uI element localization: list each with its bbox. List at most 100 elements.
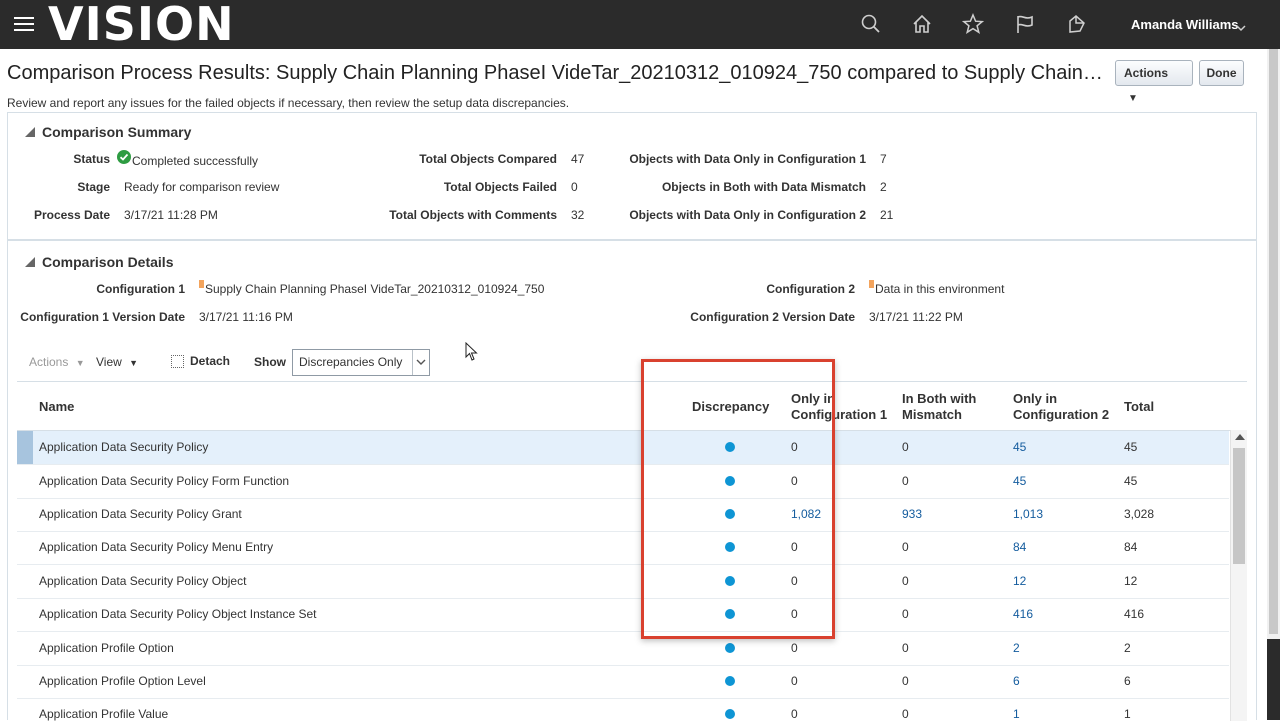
both-mismatch-cell: 0 [902,440,909,454]
stage-value: Ready for comparison review [124,180,280,194]
only-config1-cell: 0 [791,674,798,688]
total-failed-value: 0 [571,180,578,194]
discrepancy-indicator-icon [725,509,735,519]
table-row[interactable]: Application Data Security Policy Grant 1… [17,498,1229,532]
row-name: Application Profile Option [39,641,174,655]
table-actions-menu[interactable]: Actions ▼ [29,355,85,369]
column-header-only-config1[interactable]: Only in Configuration 1 [791,391,887,423]
column-header-total[interactable]: Total [1124,399,1154,415]
view-menu[interactable]: View ▼ [96,355,138,369]
only-config2-link[interactable]: 6 [1013,674,1020,688]
only-config2-link[interactable]: 12 [1013,574,1026,588]
scroll-up-icon[interactable] [1235,434,1245,440]
table-row[interactable]: Application Data Security Policy Object … [17,565,1229,599]
show-filter-select[interactable]: Discrepancies Only [292,349,430,376]
table-row[interactable]: Application Profile Option Level 0 0 6 6 [17,665,1229,699]
column-header-only-config2[interactable]: Only in Configuration 2 [1013,391,1109,423]
notifications-icon[interactable] [1066,13,1088,35]
collapse-icon[interactable] [25,127,35,137]
both-mismatch-link[interactable]: 933 [902,507,922,521]
only-config1-cell: 0 [791,574,798,588]
row-name: Application Data Security Policy Grant [39,507,242,521]
column-header-name[interactable]: Name [39,399,74,415]
total-comments-value: 32 [571,208,585,222]
comparison-details-header[interactable]: Comparison Details [42,254,173,270]
table-row[interactable]: Application Data Security Policy 0 0 45 … [17,431,1229,465]
table-row[interactable]: Application Data Security Policy Form Fu… [17,465,1229,499]
home-icon[interactable] [911,13,933,35]
star-icon[interactable] [961,13,985,35]
both-mismatch-cell: 0 [902,707,909,721]
process-date-value: 3/17/21 11:28 PM [124,208,218,222]
flag-marker-icon [869,280,874,288]
chevron-down-icon[interactable] [1236,20,1246,32]
triangle-down-icon: ▼ [129,358,139,368]
triangle-down-icon: ▼ [1128,93,1138,104]
only-config2-label: Objects with Data Only in Configuration … [629,208,866,222]
only-config2-link[interactable]: 416 [1013,607,1033,621]
both-mismatch-cell: 0 [902,674,909,688]
table-header: Name Discrepancy Only in Configuration 1 … [17,382,1247,431]
only-config2-link[interactable]: 45 [1013,440,1026,454]
row-name: Application Data Security Policy Object … [39,607,317,621]
chevron-down-icon[interactable] [412,350,429,375]
app-logo[interactable]: VISION [48,0,235,50]
search-icon[interactable] [860,13,882,35]
total-cell: 1 [1124,707,1131,721]
total-cell: 3,028 [1124,507,1155,521]
discrepancy-indicator-icon [725,576,735,586]
actions-menu-button[interactable]: Actions ▼ [1115,60,1193,104]
table-row[interactable]: Application Profile Value 0 0 1 1 [17,698,1229,721]
discrepancy-indicator-icon [725,476,735,486]
total-cell: 2 [1124,641,1131,655]
table-row[interactable]: Application Data Security Policy Menu En… [17,531,1229,565]
comparison-summary-header[interactable]: Comparison Summary [42,124,191,140]
only-config1-cell: 0 [791,641,798,655]
both-mismatch-cell: 0 [902,607,909,621]
column-header-discrepancy[interactable]: Discrepancy [692,399,769,415]
discrepancy-indicator-icon [725,442,735,452]
user-menu[interactable]: Amanda Williams [1131,17,1239,32]
total-cell: 416 [1124,607,1145,621]
total-cell: 84 [1124,540,1138,554]
config1-version-value: 3/17/21 11:16 PM [199,310,293,324]
success-icon [117,150,131,167]
total-cell: 6 [1124,674,1131,688]
detach-icon [171,355,184,369]
discrepancy-indicator-icon [725,609,735,619]
done-button[interactable]: Done [1199,60,1244,86]
page-instructions: Review and report any issues for the fai… [7,96,570,110]
column-header-both-mismatch[interactable]: In Both with Mismatch [902,391,976,423]
row-name: Application Data Security Policy Menu En… [39,540,274,554]
table-row[interactable]: Application Data Security Policy Object … [17,598,1229,632]
collapse-icon[interactable] [25,257,35,267]
both-mismatch-label: Objects in Both with Data Mismatch [661,180,866,194]
table-scrollbar[interactable] [1230,430,1247,721]
config2-version-label: Configuration 2 Version Date [690,310,855,324]
page-scrollbar[interactable] [1267,49,1280,639]
status-label: Status [73,152,110,166]
menu-icon[interactable] [14,17,34,31]
only-config1-label: Objects with Data Only in Configuration … [629,152,866,166]
only-config2-link[interactable]: 84 [1013,540,1026,554]
status-value: Completed successfully [132,154,259,168]
both-mismatch-cell: 0 [902,540,909,554]
only-config2-link[interactable]: 1,013 [1013,507,1043,521]
both-mismatch-cell: 0 [902,641,909,655]
flag-icon[interactable] [1014,13,1036,35]
discrepancy-indicator-icon [725,643,735,653]
table-row[interactable]: Application Profile Option 0 0 2 2 [17,632,1229,666]
only-config1-link[interactable]: 1,082 [791,507,821,521]
row-name: Application Profile Option Level [39,674,206,688]
config1-value: Supply Chain Planning PhaseI VideTar_202… [199,280,544,296]
config2-version-value: 3/17/21 11:22 PM [869,310,963,324]
only-config2-link[interactable]: 2 [1013,641,1020,655]
only-config2-link[interactable]: 45 [1013,474,1026,488]
row-name: Application Profile Value [39,707,169,721]
only-config1-cell: 0 [791,440,798,454]
only-config2-link[interactable]: 1 [1013,707,1020,721]
total-cell: 45 [1124,474,1138,488]
detach-button[interactable]: Detach [171,354,230,369]
only-config1-value: 7 [880,152,887,166]
discrepancy-indicator-icon [725,676,735,686]
